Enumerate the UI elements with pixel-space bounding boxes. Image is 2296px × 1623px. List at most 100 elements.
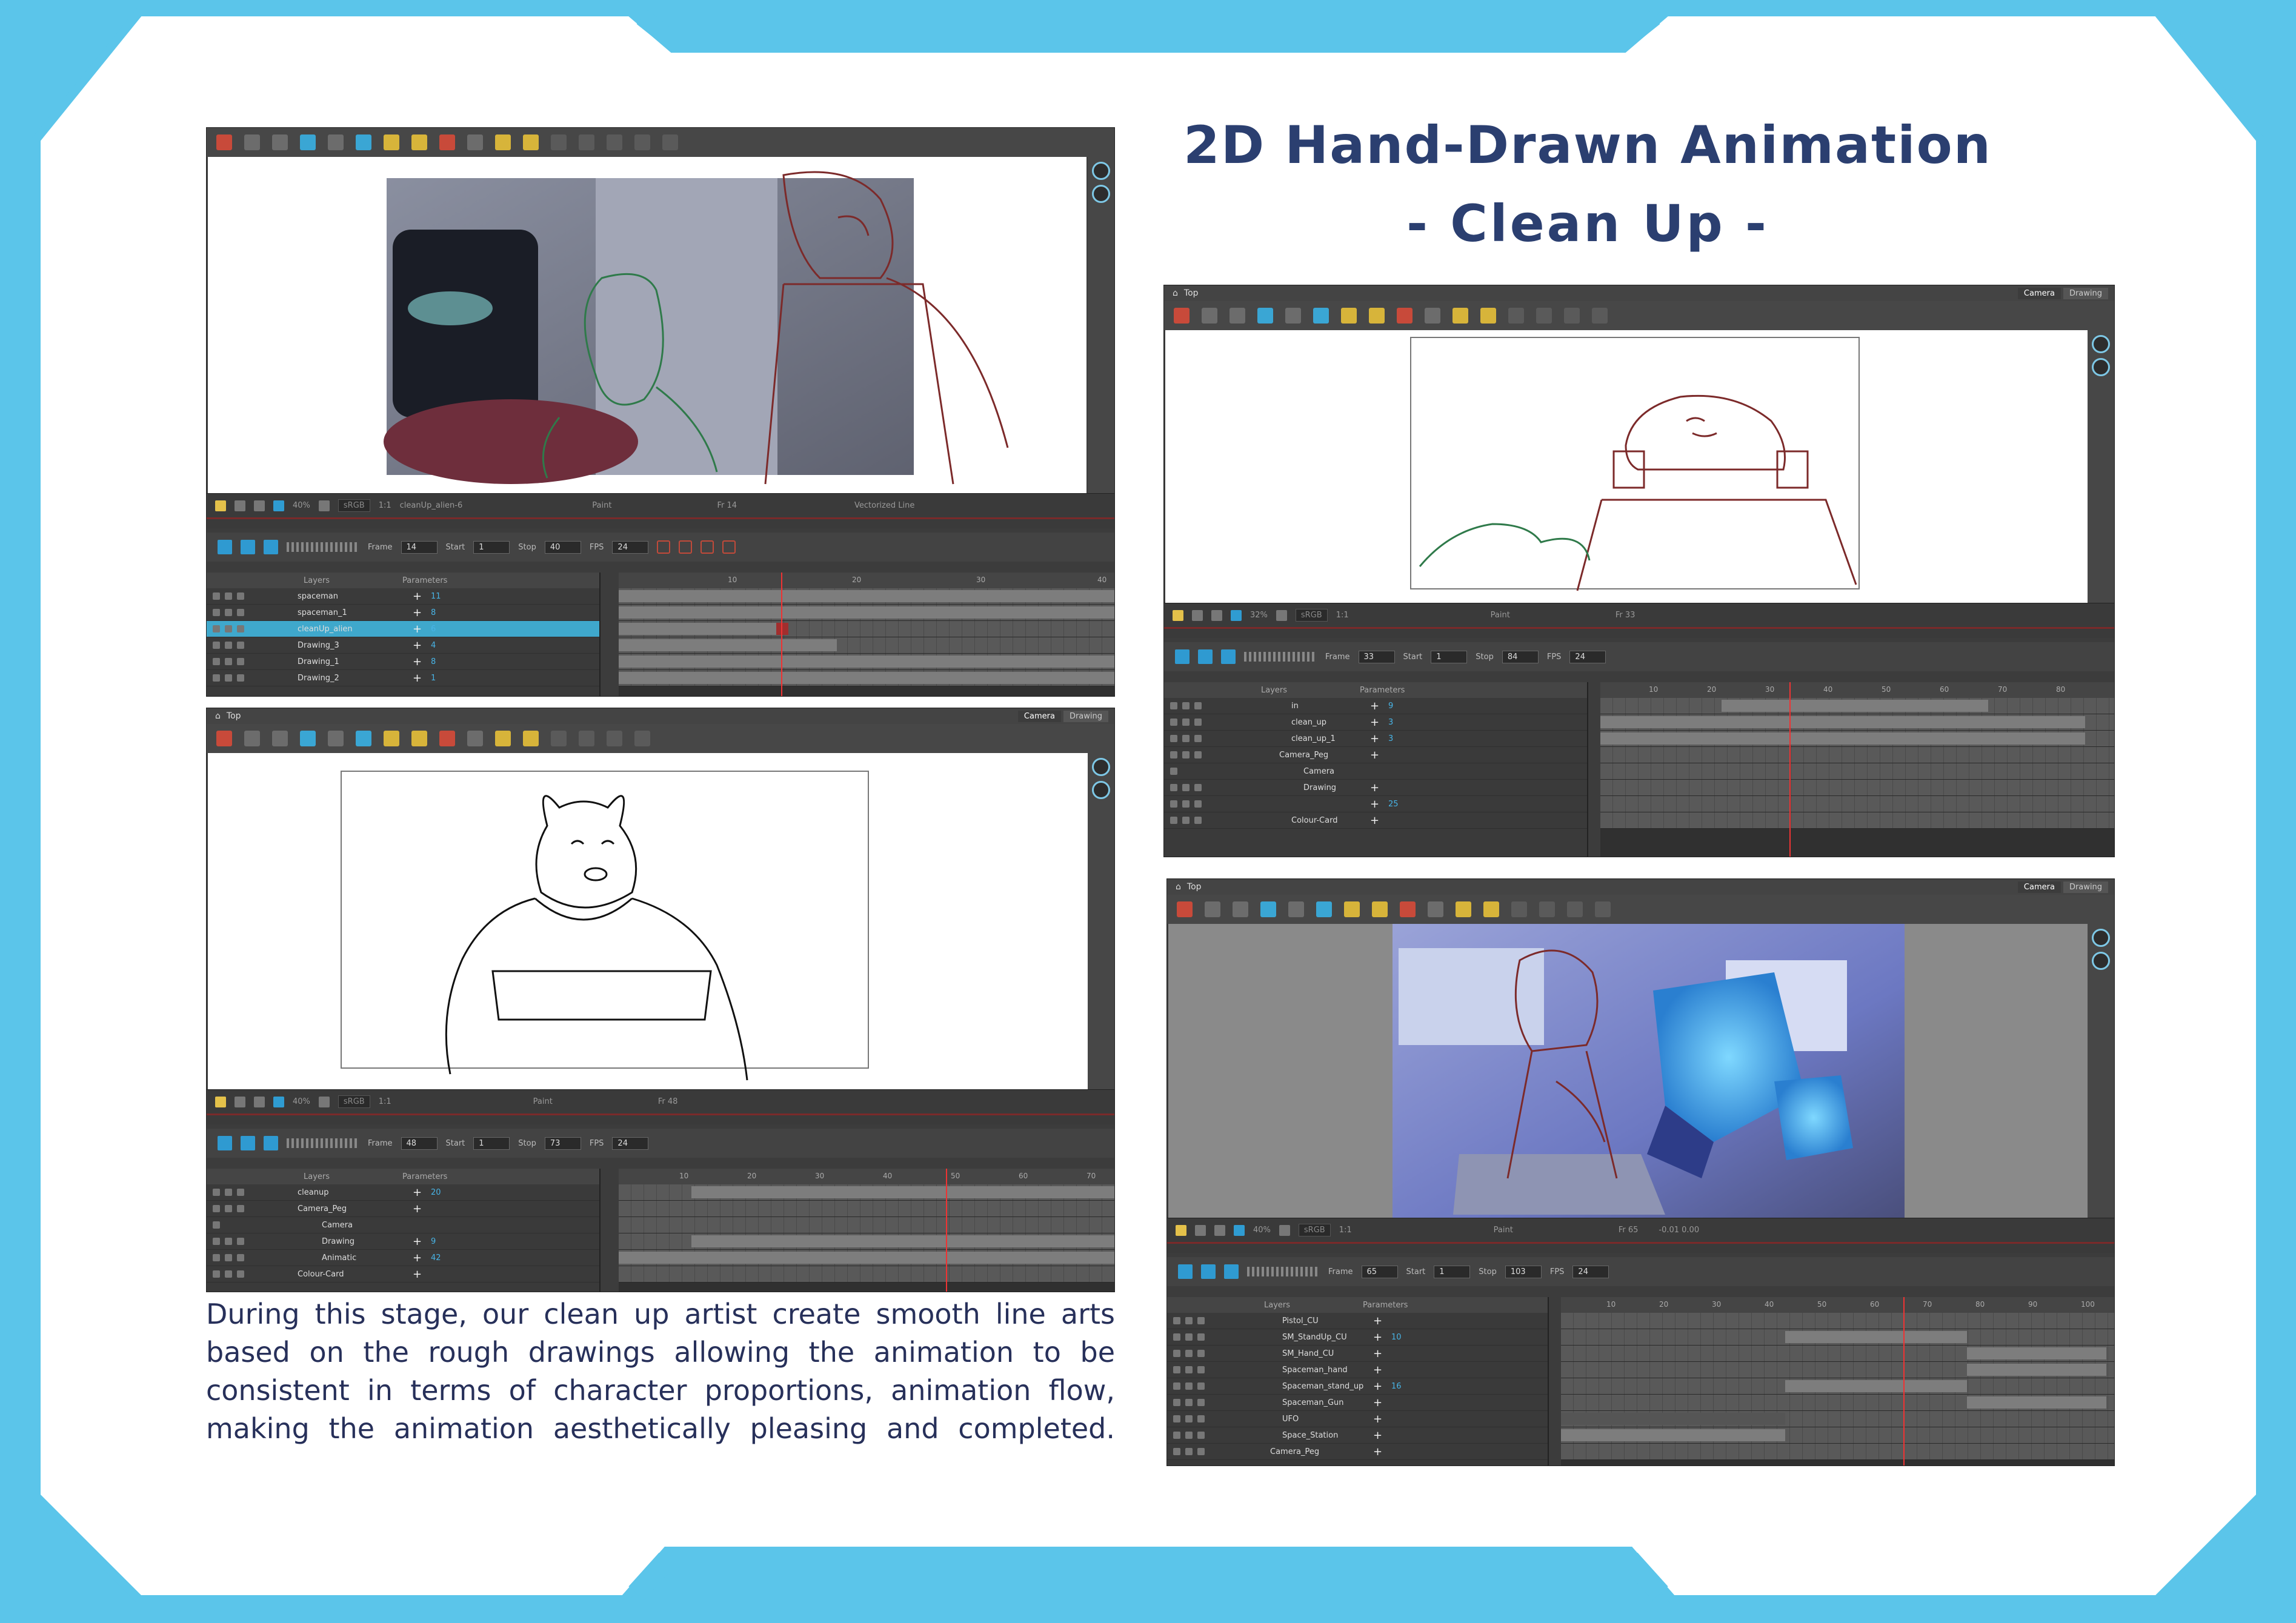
visibility-toggle[interactable] <box>1170 800 1177 808</box>
frame-icon[interactable] <box>254 1096 265 1107</box>
fps-field[interactable]: 24 <box>612 1137 649 1150</box>
lock-icon[interactable] <box>1341 308 1357 324</box>
bulb-icon[interactable] <box>1480 308 1496 324</box>
keyframe-icon[interactable] <box>657 540 671 554</box>
visibility-toggle[interactable] <box>213 674 220 682</box>
add-icon[interactable]: + <box>413 1203 431 1215</box>
stop-field[interactable]: 103 <box>1505 1265 1542 1278</box>
camera-view-icon[interactable] <box>300 134 316 150</box>
drawing-canvas[interactable] <box>1168 924 2088 1218</box>
lock-toggle[interactable] <box>1182 735 1190 742</box>
zoom-level[interactable]: 40% <box>1253 1226 1271 1235</box>
color-space-select[interactable]: sRGB <box>1295 609 1328 622</box>
tool-icon[interactable] <box>551 134 567 150</box>
lock-toggle[interactable] <box>225 609 232 616</box>
color-toggle[interactable] <box>237 1238 244 1245</box>
grid-icon[interactable] <box>272 134 288 150</box>
lock-toggle[interactable] <box>225 642 232 649</box>
onion-skin-icon[interactable] <box>356 134 371 150</box>
color-toggle[interactable] <box>1197 1382 1205 1390</box>
lock-toggle[interactable] <box>1182 751 1190 758</box>
color-toggle[interactable] <box>237 609 244 616</box>
track[interactable] <box>1561 1362 2114 1378</box>
stop-field[interactable]: 40 <box>544 540 581 554</box>
color-toggle[interactable] <box>1197 1366 1205 1373</box>
layer-icon[interactable] <box>235 1096 245 1107</box>
home-icon[interactable]: ⌂ <box>215 711 221 721</box>
color-toggle[interactable] <box>1197 1448 1205 1455</box>
color-toggle[interactable] <box>1197 1432 1205 1439</box>
bulb-icon[interactable] <box>523 134 539 150</box>
lock-toggle[interactable] <box>1182 817 1190 824</box>
visibility-toggle[interactable] <box>213 1205 220 1212</box>
layer-row[interactable]: cleanup +20 <box>207 1184 599 1201</box>
visibility-toggle[interactable] <box>213 642 220 649</box>
tab-drawing[interactable]: Drawing <box>2063 287 2108 299</box>
transform-icon[interactable] <box>1285 308 1301 324</box>
visibility-toggle[interactable] <box>1170 784 1177 791</box>
playhead[interactable] <box>781 573 782 696</box>
playhead[interactable] <box>1903 1297 1905 1465</box>
add-icon[interactable]: + <box>1373 1347 1391 1360</box>
track[interactable] <box>619 621 1114 637</box>
add-icon[interactable]: + <box>1373 1413 1391 1426</box>
bulb-icon[interactable] <box>1173 609 1183 621</box>
select-tool-icon[interactable] <box>1174 308 1190 324</box>
start-field[interactable]: 1 <box>473 1137 510 1150</box>
add-icon[interactable]: + <box>413 590 431 603</box>
frame-icon[interactable] <box>254 500 265 511</box>
lock-toggle[interactable] <box>1185 1350 1193 1357</box>
layer-row[interactable]: +25 <box>1164 796 1587 812</box>
gear-icon[interactable] <box>1279 1224 1290 1236</box>
layers-icon[interactable] <box>1092 185 1110 203</box>
track[interactable] <box>619 1201 1114 1217</box>
onion-skin-icon[interactable] <box>356 731 371 746</box>
tool-icon[interactable] <box>1508 308 1524 324</box>
pencil-icon[interactable] <box>439 731 455 746</box>
lock-toggle[interactable] <box>225 625 232 632</box>
visibility-toggle[interactable] <box>213 658 220 665</box>
visibility-toggle[interactable] <box>1173 1432 1180 1439</box>
layer-row[interactable]: Camera <box>207 1217 599 1233</box>
fps-field[interactable]: 24 <box>1572 1265 1609 1278</box>
gear-icon[interactable] <box>1205 901 1220 917</box>
layer-row[interactable]: Drawing_1 +8 <box>207 654 599 670</box>
add-icon[interactable]: + <box>1373 1315 1391 1327</box>
camera-icon[interactable] <box>273 1096 284 1107</box>
play-icon[interactable] <box>218 1136 232 1150</box>
tool-icon[interactable] <box>1567 901 1583 917</box>
start-field[interactable]: 1 <box>1431 650 1468 663</box>
home-icon[interactable]: ⌂ <box>1176 882 1181 892</box>
layer-row[interactable]: Drawing_2 +1 <box>207 670 599 686</box>
zoom-level[interactable]: 32% <box>1250 611 1268 620</box>
track[interactable] <box>1600 731 2114 747</box>
layers-icon[interactable] <box>1092 781 1110 799</box>
tool-icon[interactable] <box>662 134 678 150</box>
add-icon[interactable]: + <box>413 1186 431 1199</box>
frame-field[interactable]: 14 <box>401 540 438 554</box>
color-toggle[interactable] <box>237 592 244 600</box>
visibility-toggle[interactable] <box>1173 1333 1180 1341</box>
add-icon[interactable]: + <box>413 1268 431 1281</box>
camera-icon[interactable] <box>273 500 284 511</box>
loop-icon[interactable] <box>1198 649 1213 664</box>
drawing-canvas[interactable] <box>208 157 1086 493</box>
tool-icon[interactable] <box>579 731 594 746</box>
speed-slider[interactable] <box>1247 1267 1320 1276</box>
transform-icon[interactable] <box>328 134 344 150</box>
lock-toggle[interactable] <box>1182 784 1190 791</box>
add-icon[interactable]: + <box>1373 1364 1391 1376</box>
lock-toggle[interactable] <box>225 1189 232 1196</box>
layer-row[interactable]: Camera <box>1164 763 1587 780</box>
layer-row[interactable]: SM_Hand_CU + <box>1167 1346 1548 1362</box>
stop-field[interactable]: 84 <box>1502 650 1539 663</box>
color-toggle[interactable] <box>237 1254 244 1261</box>
playhead[interactable] <box>1789 682 1791 857</box>
visibility-toggle[interactable] <box>1173 1317 1180 1324</box>
eye-icon[interactable] <box>2092 929 2110 947</box>
color-toggle[interactable] <box>237 1189 244 1196</box>
track[interactable] <box>1600 747 2114 763</box>
layer-row[interactable]: spaceman +11 <box>207 588 599 605</box>
lock-toggle[interactable] <box>225 658 232 665</box>
start-field[interactable]: 1 <box>473 540 510 554</box>
